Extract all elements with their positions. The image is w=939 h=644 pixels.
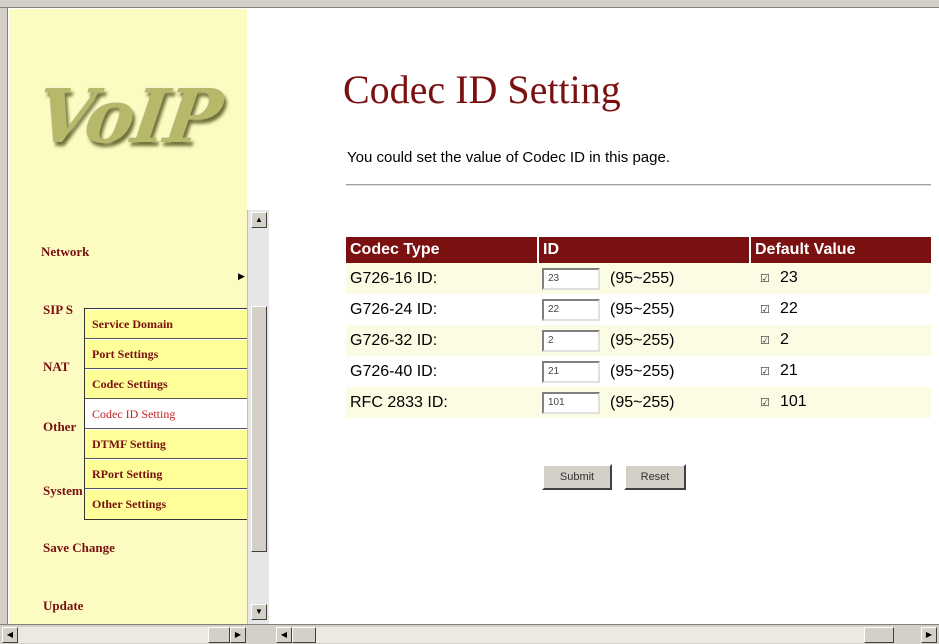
divider xyxy=(346,184,931,186)
nav-item-nat[interactable]: NAT xyxy=(43,359,69,375)
nav-item-system[interactable]: System xyxy=(43,483,83,499)
default-value-label: 101 xyxy=(780,393,807,411)
sidebar-hscroll-track[interactable] xyxy=(18,627,208,643)
page-description: You could set the value of Codec ID in t… xyxy=(347,149,670,166)
range-label: (95~255) xyxy=(610,331,675,349)
default-value-label: 2 xyxy=(780,331,789,349)
codec-id-table: Codec Type ID Default Value G726-16 ID: … xyxy=(346,237,931,418)
table-row: RFC 2833 ID: 101 (95~255) ☑ 101 xyxy=(346,387,931,418)
codec-id-input[interactable]: 2 xyxy=(542,329,600,352)
range-label: (95~255) xyxy=(610,362,675,380)
table-row: G726-24 ID: 22 (95~255) ☑ 22 xyxy=(346,294,931,325)
default-checkbox[interactable]: ☑ xyxy=(760,334,772,347)
voip-logo: VoIP xyxy=(30,74,226,160)
reset-button[interactable]: Reset xyxy=(624,464,686,490)
table-row: G726-40 ID: 21 (95~255) ☑ 21 xyxy=(346,356,931,387)
codec-id-input[interactable]: 23 xyxy=(542,267,600,290)
codec-id-input[interactable]: 22 xyxy=(542,298,600,321)
submenu-item-codec-settings[interactable]: Codec Settings xyxy=(85,369,249,399)
default-checkbox[interactable]: ☑ xyxy=(760,396,772,409)
codec-id-input[interactable]: 101 xyxy=(542,391,600,414)
submenu-item-port-settings[interactable]: Port Settings xyxy=(85,339,249,369)
default-checkbox[interactable]: ☑ xyxy=(760,365,772,378)
column-header-codec-type: Codec Type xyxy=(346,237,538,263)
codec-type-cell: G726-40 ID: xyxy=(346,356,538,387)
scroll-left-icon[interactable]: ◀ xyxy=(2,627,18,643)
sidebar-scroll-thumb[interactable] xyxy=(251,306,267,552)
default-value-label: 23 xyxy=(780,269,798,287)
table-row: G726-16 ID: 23 (95~255) ☑ 23 xyxy=(346,263,931,294)
range-label: (95~255) xyxy=(610,393,675,411)
submenu-item-other-settings[interactable]: Other Settings xyxy=(85,489,249,519)
nav-item-network[interactable]: Network xyxy=(41,244,89,260)
default-value-label: 22 xyxy=(780,300,798,318)
main-hscroll-end[interactable] xyxy=(864,627,894,643)
codec-type-cell: G726-32 ID: xyxy=(346,325,538,356)
codec-id-input[interactable]: 21 xyxy=(542,360,600,383)
sip-settings-submenu: Service Domain Port Settings Codec Setti… xyxy=(84,308,250,520)
main-hscroll-track[interactable] xyxy=(316,627,864,643)
window-frame-top xyxy=(0,0,939,8)
main-scroll-right-icon[interactable]: ▶ xyxy=(921,627,937,643)
sidebar-hscroll-thumb[interactable] xyxy=(208,627,230,643)
submenu-item-rport-setting[interactable]: RPort Setting xyxy=(85,459,249,489)
nav-item-save-change[interactable]: Save Change xyxy=(43,540,115,556)
main-hscroll-thumb[interactable] xyxy=(292,627,316,643)
sidebar-scrollbar[interactable]: ▲ ▼ xyxy=(247,210,269,624)
column-header-default-value: Default Value xyxy=(749,237,931,263)
nav-item-other[interactable]: Other xyxy=(43,419,76,435)
range-label: (95~255) xyxy=(610,300,675,318)
column-header-id: ID xyxy=(537,237,750,263)
codec-type-cell: G726-16 ID: xyxy=(346,263,538,294)
codec-type-cell: G726-24 ID: xyxy=(346,294,538,325)
nav-arrow-icon: ▶ xyxy=(238,271,245,281)
submenu-item-service-domain[interactable]: Service Domain xyxy=(85,309,249,339)
range-label: (95~255) xyxy=(610,269,675,287)
nav-item-update[interactable]: Update xyxy=(43,598,83,614)
codec-type-cell: RFC 2833 ID: xyxy=(346,387,538,418)
page-title: Codec ID Setting xyxy=(343,67,621,112)
submenu-item-codec-id-setting[interactable]: Codec ID Setting xyxy=(85,399,249,429)
submit-button[interactable]: Submit xyxy=(542,464,612,490)
table-header-row: Codec Type ID Default Value xyxy=(346,237,931,263)
nav-item-sip-settings[interactable]: SIP S xyxy=(43,302,73,318)
horizontal-scrollbar[interactable]: ◀ ▶ ◀ ▶ xyxy=(0,624,939,644)
main-scroll-left-icon[interactable]: ◀ xyxy=(276,627,292,643)
scroll-up-icon[interactable]: ▲ xyxy=(251,212,267,228)
default-checkbox[interactable]: ☑ xyxy=(760,303,772,316)
scroll-right-icon[interactable]: ▶ xyxy=(230,627,246,643)
submenu-item-dtmf-setting[interactable]: DTMF Setting xyxy=(85,429,249,459)
window-frame-left xyxy=(0,8,8,624)
default-value-label: 21 xyxy=(780,362,798,380)
default-checkbox[interactable]: ☑ xyxy=(760,272,772,285)
scroll-down-icon[interactable]: ▼ xyxy=(251,604,267,620)
table-row: G726-32 ID: 2 (95~255) ☑ 2 xyxy=(346,325,931,356)
